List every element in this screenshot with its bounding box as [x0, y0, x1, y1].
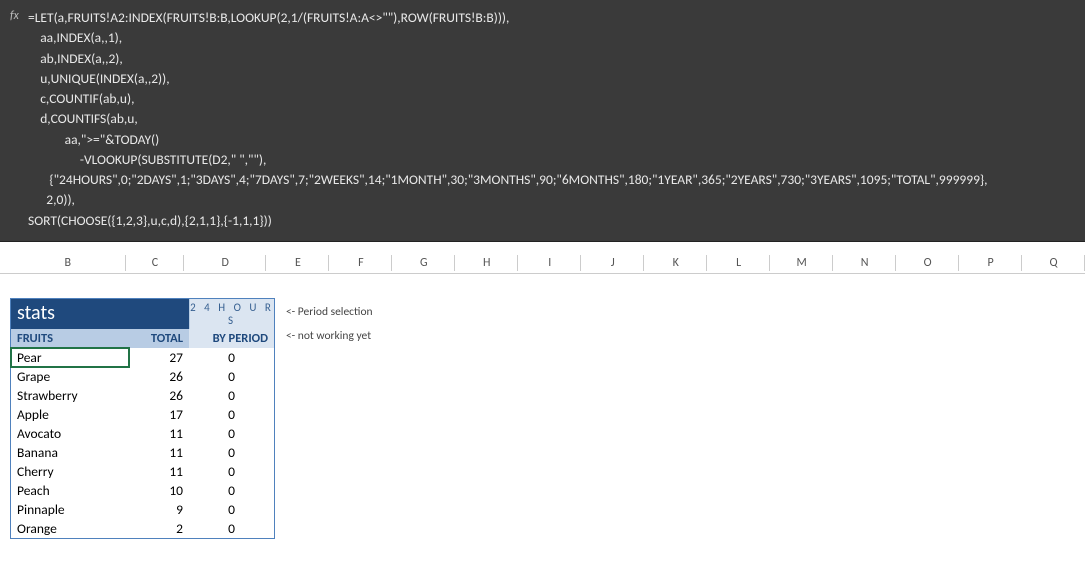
table-row: Strawberry 26 0	[11, 386, 274, 405]
cell-fruit[interactable]: Pinnaple	[11, 500, 129, 519]
column-headers: B C D E F G H I J K L M N O P Q	[0, 252, 1085, 274]
col-head-k[interactable]: K	[644, 252, 707, 273]
cell-fruit[interactable]: Grape	[11, 367, 129, 386]
cell-byperiod[interactable]: 0	[189, 519, 274, 538]
cell-fruit[interactable]: Orange	[11, 519, 129, 538]
table-row: Avocato 11 0	[11, 424, 274, 443]
cell-fruit[interactable]: Apple	[11, 405, 129, 424]
header-total[interactable]: TOTAL	[129, 329, 189, 348]
cell-byperiod[interactable]: 0	[189, 481, 274, 500]
col-head-q[interactable]: Q	[1022, 252, 1085, 273]
cell-byperiod[interactable]: 0	[189, 348, 274, 367]
stats-table: stats 2 4 H O U R S FRUITS TOTAL BY PERI…	[10, 298, 275, 539]
stats-title[interactable]: stats	[11, 299, 189, 329]
cell-total[interactable]: 26	[129, 367, 189, 386]
col-head-i[interactable]: I	[518, 252, 581, 273]
formula-text[interactable]: =LET(a,FRUITS!A2:INDEX(FRUITS!B:B,LOOKUP…	[28, 8, 988, 231]
cell-total[interactable]: 27	[129, 348, 189, 367]
stats-header-row: FRUITS TOTAL BY PERIOD	[11, 329, 274, 348]
col-head-c[interactable]: C	[126, 252, 184, 273]
period-selection-cell[interactable]: 2 4 H O U R S	[189, 299, 274, 329]
header-fruits[interactable]: FRUITS	[11, 329, 129, 348]
cell-byperiod[interactable]: 0	[189, 462, 274, 481]
col-head-d[interactable]: D	[184, 252, 266, 273]
cell-byperiod[interactable]: 0	[189, 500, 274, 519]
col-head-g[interactable]: G	[392, 252, 455, 273]
table-row: Pear 27 0	[11, 348, 274, 367]
table-row: Peach 10 0	[11, 481, 274, 500]
cell-byperiod[interactable]: 0	[189, 367, 274, 386]
col-head-o[interactable]: O	[896, 252, 959, 273]
table-row: Cherry 11 0	[11, 462, 274, 481]
cell-total[interactable]: 17	[129, 405, 189, 424]
cell-fruit[interactable]: Peach	[11, 481, 129, 500]
cell-byperiod[interactable]: 0	[189, 443, 274, 462]
col-head-m[interactable]: M	[770, 252, 833, 273]
cell-total[interactable]: 11	[129, 424, 189, 443]
col-head-l[interactable]: L	[707, 252, 770, 273]
cell-total[interactable]: 9	[129, 500, 189, 519]
cell-total[interactable]: 11	[129, 462, 189, 481]
col-head-f[interactable]: F	[329, 252, 392, 273]
cell-byperiod[interactable]: 0	[189, 424, 274, 443]
col-head-e[interactable]: E	[266, 252, 329, 273]
table-row: Pinnaple 9 0	[11, 500, 274, 519]
cell-fruit[interactable]: Strawberry	[11, 386, 129, 405]
formula-bar: fx =LET(a,FRUITS!A2:INDEX(FRUITS!B:B,LOO…	[0, 0, 1085, 242]
table-row: Apple 17 0	[11, 405, 274, 424]
table-row: Orange 2 0	[11, 519, 274, 538]
table-row: Banana 11 0	[11, 443, 274, 462]
col-head-j[interactable]: J	[581, 252, 644, 273]
cell-total[interactable]: 11	[129, 443, 189, 462]
annot-header: <- not working yet	[286, 326, 373, 347]
cell-total[interactable]: 10	[129, 481, 189, 500]
annotations: <- Period selection <- not working yet	[286, 298, 373, 347]
cell-fruit[interactable]: Banana	[11, 443, 129, 462]
cell-byperiod[interactable]: 0	[189, 405, 274, 424]
col-head-b[interactable]: B	[10, 252, 126, 273]
annot-period: <- Period selection	[286, 298, 373, 326]
table-row: Grape 26 0	[11, 367, 274, 386]
col-head-p[interactable]: P	[959, 252, 1022, 273]
fx-icon[interactable]: fx	[10, 8, 20, 23]
active-cell[interactable]: Pear	[11, 348, 129, 367]
header-by-period[interactable]: BY PERIOD	[189, 329, 274, 348]
cell-byperiod[interactable]: 0	[189, 386, 274, 405]
cell-total[interactable]: 26	[129, 386, 189, 405]
col-head-h[interactable]: H	[455, 252, 518, 273]
col-head-n[interactable]: N	[833, 252, 896, 273]
cell-total[interactable]: 2	[129, 519, 189, 538]
cell-fruit[interactable]: Cherry	[11, 462, 129, 481]
sheet-area: stats 2 4 H O U R S FRUITS TOTAL BY PERI…	[0, 274, 1085, 539]
cell-fruit[interactable]: Avocato	[11, 424, 129, 443]
